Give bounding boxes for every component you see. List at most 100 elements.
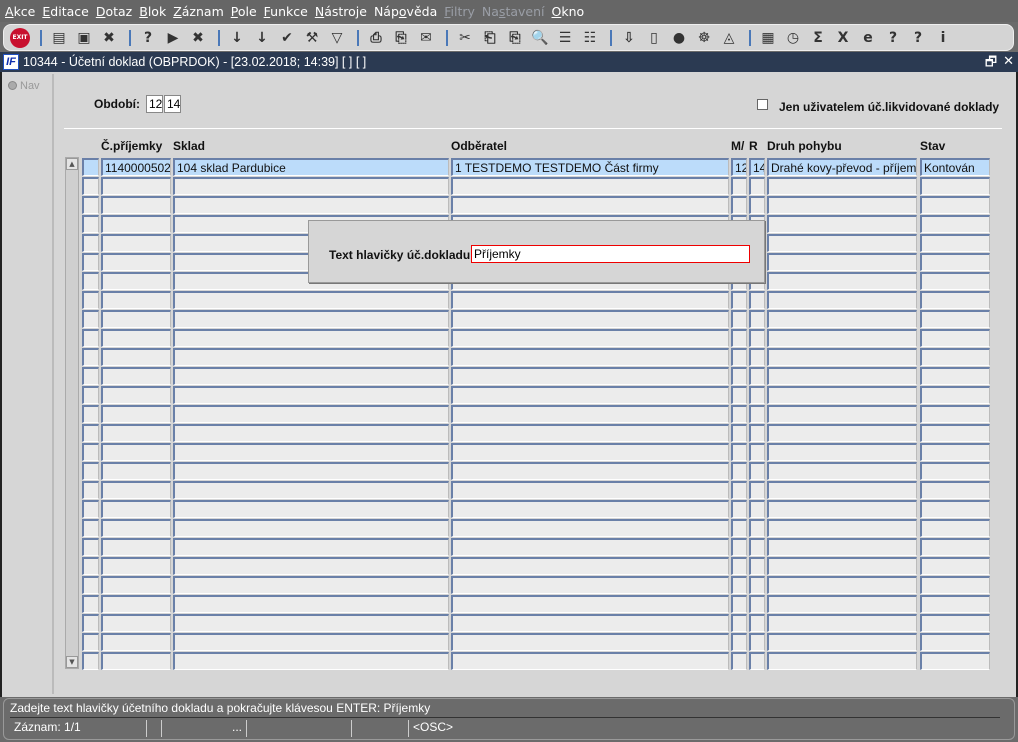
row-selector[interactable]: [82, 177, 99, 195]
menu-záznam[interactable]: Záznam: [173, 4, 224, 19]
table-cell[interactable]: [731, 481, 747, 499]
table-cell[interactable]: [767, 367, 917, 385]
table-cell[interactable]: [101, 177, 171, 195]
table-cell[interactable]: [173, 538, 449, 556]
table-cell[interactable]: [920, 557, 990, 575]
table-cell[interactable]: [731, 329, 747, 347]
table-cell[interactable]: [767, 519, 917, 537]
table-cell[interactable]: [767, 329, 917, 347]
table-cell[interactable]: [767, 538, 917, 556]
table-cell[interactable]: [920, 462, 990, 480]
row-selector[interactable]: [82, 234, 99, 252]
tools-icon[interactable]: ⚒: [301, 27, 323, 49]
header-text-input[interactable]: [471, 245, 750, 263]
table-cell[interactable]: [731, 576, 747, 594]
import-icon[interactable]: ⇩: [618, 27, 640, 49]
table-cell[interactable]: [173, 348, 449, 366]
table-cell[interactable]: [101, 272, 171, 290]
table-cell[interactable]: [767, 215, 917, 233]
table-cell[interactable]: [451, 576, 729, 594]
table-cell[interactable]: [451, 177, 729, 195]
table-cell[interactable]: [920, 424, 990, 442]
table-cell[interactable]: [749, 614, 765, 632]
table-cell[interactable]: [767, 272, 917, 290]
table-cell[interactable]: [920, 633, 990, 651]
row-selector[interactable]: [82, 348, 99, 366]
paste-icon[interactable]: ⎘: [504, 27, 526, 49]
cancel-query-icon[interactable]: ✖: [187, 27, 209, 49]
table-cell[interactable]: [749, 386, 765, 404]
table-cell[interactable]: [101, 348, 171, 366]
table-cell[interactable]: [767, 253, 917, 271]
table-cell[interactable]: [731, 443, 747, 461]
row-selector[interactable]: [82, 158, 99, 176]
table-cell[interactable]: 1140000502: [101, 158, 171, 176]
table-cell[interactable]: [731, 196, 747, 214]
table-cell[interactable]: [920, 291, 990, 309]
table-cell[interactable]: [451, 595, 729, 613]
table-cell[interactable]: [767, 348, 917, 366]
table-cell[interactable]: [101, 367, 171, 385]
table-cell[interactable]: [173, 386, 449, 404]
table-cell[interactable]: 14: [749, 158, 765, 176]
table-cell[interactable]: [767, 614, 917, 632]
table-cell[interactable]: [767, 462, 917, 480]
row-selector[interactable]: [82, 253, 99, 271]
row-selector[interactable]: [82, 614, 99, 632]
table-cell[interactable]: [731, 348, 747, 366]
table-cell[interactable]: [749, 424, 765, 442]
table-cell[interactable]: [731, 614, 747, 632]
table-cell[interactable]: [920, 481, 990, 499]
likvidovane-checkbox[interactable]: [757, 99, 768, 110]
table-cell[interactable]: [767, 652, 917, 670]
search-icon[interactable]: 🔍: [529, 27, 551, 49]
table-cell[interactable]: [749, 329, 765, 347]
table-cell[interactable]: [767, 177, 917, 195]
table-cell[interactable]: [920, 310, 990, 328]
row-selector[interactable]: [82, 196, 99, 214]
table-cell[interactable]: [173, 405, 449, 423]
table-cell[interactable]: [101, 652, 171, 670]
table-cell[interactable]: [451, 557, 729, 575]
table-cell[interactable]: [767, 443, 917, 461]
duplicate-record-icon[interactable]: ▣: [73, 27, 95, 49]
commit-icon[interactable]: ✔: [276, 27, 298, 49]
table-cell[interactable]: [749, 196, 765, 214]
table-cell[interactable]: [451, 196, 729, 214]
table-cell[interactable]: [920, 272, 990, 290]
insert-record-icon[interactable]: ▤: [48, 27, 70, 49]
table-cell[interactable]: [173, 177, 449, 195]
print-icon[interactable]: ⎙: [365, 27, 387, 49]
table-cell[interactable]: [767, 557, 917, 575]
info-icon[interactable]: i: [932, 27, 954, 49]
table-cell[interactable]: [731, 405, 747, 423]
scroll-down-icon[interactable]: ▼: [66, 656, 78, 668]
table-cell[interactable]: 104 sklad Pardubice: [173, 158, 449, 176]
sort-desc-icon[interactable]: ↓: [251, 27, 273, 49]
table-cell[interactable]: [451, 424, 729, 442]
table-cell[interactable]: [731, 310, 747, 328]
table-cell[interactable]: [173, 633, 449, 651]
query-icon[interactable]: ?: [137, 27, 159, 49]
table-cell[interactable]: [173, 500, 449, 518]
row-selector[interactable]: [82, 386, 99, 404]
table-cell[interactable]: [173, 576, 449, 594]
table-cell[interactable]: [920, 500, 990, 518]
table-cell[interactable]: [920, 614, 990, 632]
menu-filtry[interactable]: Filtry: [444, 4, 475, 19]
table-cell[interactable]: [767, 405, 917, 423]
menu-blok[interactable]: Blok: [139, 4, 166, 19]
table-cell[interactable]: [920, 538, 990, 556]
eye-icon[interactable]: ◬: [718, 27, 740, 49]
table-cell[interactable]: [173, 519, 449, 537]
row-selector[interactable]: [82, 500, 99, 518]
table-cell[interactable]: [451, 500, 729, 518]
scroll-up-icon[interactable]: ▲: [66, 158, 78, 170]
table-cell[interactable]: [767, 633, 917, 651]
table-cell[interactable]: [101, 633, 171, 651]
table-cell[interactable]: [749, 557, 765, 575]
table-cell[interactable]: [920, 253, 990, 271]
table-cell[interactable]: [101, 386, 171, 404]
row-selector[interactable]: [82, 576, 99, 594]
table-cell[interactable]: [749, 348, 765, 366]
